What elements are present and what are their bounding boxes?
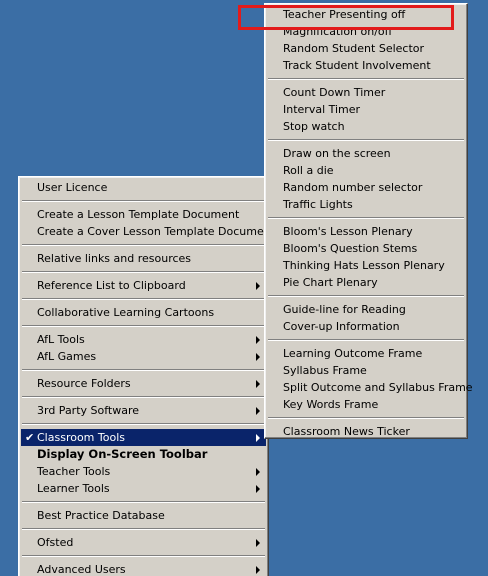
submenu-arrow-icon — [256, 407, 260, 415]
submenu-arrow-icon — [256, 336, 260, 344]
submenu-item-traffic-lights[interactable]: Traffic Lights — [267, 196, 465, 213]
menu-separator — [22, 555, 265, 557]
menu-item-best-practice-database[interactable]: Best Practice Database — [21, 507, 266, 524]
menu-item-resource-folders[interactable]: Resource Folders — [21, 375, 266, 392]
menu-item-collaborative-cartoons[interactable]: Collaborative Learning Cartoons — [21, 304, 266, 321]
submenu-item-track-student-involvement[interactable]: Track Student Involvement — [267, 57, 465, 74]
submenu-item-syllabus-frame[interactable]: Syllabus Frame — [267, 362, 465, 379]
submenu-item-learning-outcome-frame[interactable]: Learning Outcome Frame — [267, 345, 465, 362]
submenu-arrow-icon — [256, 485, 260, 493]
submenu-arrow-icon — [256, 539, 260, 547]
submenu-arrow-icon — [256, 566, 260, 574]
menu-item-classroom-tools[interactable]: ✔ Classroom Tools — [21, 429, 266, 446]
submenu-arrow-icon — [256, 353, 260, 361]
submenu-item-guide-line-reading[interactable]: Guide-line for Reading — [267, 301, 465, 318]
submenu-item-draw-on-screen[interactable]: Draw on the screen — [267, 145, 465, 162]
menu-item-create-cover-lesson-template[interactable]: Create a Cover Lesson Template Document — [21, 223, 275, 240]
submenu-item-classroom-news-ticker[interactable]: Classroom News Ticker — [267, 423, 465, 440]
menu-item-user-licence[interactable]: User Licence — [21, 179, 266, 196]
submenu-arrow-icon — [256, 468, 260, 476]
menu-item-advanced-users[interactable]: Advanced Users — [21, 561, 266, 576]
submenu-item-random-number-selector[interactable]: Random number selector — [267, 179, 465, 196]
menu-item-third-party-software[interactable]: 3rd Party Software — [21, 402, 266, 419]
menu-item-relative-links[interactable]: Relative links and resources — [21, 250, 266, 267]
menu-item-learner-tools[interactable]: Learner Tools — [21, 480, 266, 497]
submenu-item-thinking-hats[interactable]: Thinking Hats Lesson Plenary — [267, 257, 465, 274]
menu-separator — [22, 325, 265, 327]
checkmark-icon: ✔ — [25, 431, 35, 444]
menu-item-teacher-tools[interactable]: Teacher Tools — [21, 463, 266, 480]
menu-separator — [22, 271, 265, 273]
menu-separator — [22, 423, 265, 425]
menu-item-display-toolbar[interactable]: Display On-Screen Toolbar — [21, 446, 266, 463]
submenu-item-key-words-frame[interactable]: Key Words Frame — [267, 396, 465, 413]
classroom-tools-submenu: Teacher Presenting off Magnification on/… — [264, 3, 473, 440]
submenu-item-magnification[interactable]: Magnification on/off — [267, 23, 465, 40]
menu-separator — [268, 139, 464, 141]
submenu-item-random-student-selector[interactable]: Random Student Selector — [267, 40, 465, 57]
menu-separator — [22, 298, 265, 300]
menu-item-afl-tools[interactable]: AfL Tools — [21, 331, 266, 348]
main-context-menu: User Licence Create a Lesson Template Do… — [18, 176, 275, 576]
menu-item-afl-games[interactable]: AfL Games — [21, 348, 266, 365]
menu-separator — [22, 369, 265, 371]
submenu-arrow-icon — [256, 380, 260, 388]
menu-separator — [268, 417, 464, 419]
submenu-arrow-icon — [256, 434, 260, 442]
menu-separator — [22, 200, 265, 202]
submenu-item-count-down-timer[interactable]: Count Down Timer — [267, 84, 465, 101]
menu-separator — [22, 396, 265, 398]
menu-item-reference-list[interactable]: Reference List to Clipboard — [21, 277, 266, 294]
menu-separator — [268, 295, 464, 297]
menu-separator — [22, 501, 265, 503]
submenu-item-blooms-lesson-plenary[interactable]: Bloom's Lesson Plenary — [267, 223, 465, 240]
submenu-item-blooms-question-stems[interactable]: Bloom's Question Stems — [267, 240, 465, 257]
menu-separator — [22, 528, 265, 530]
submenu-item-split-outcome-syllabus[interactable]: Split Outcome and Syllabus Frame — [267, 379, 473, 396]
menu-separator — [268, 339, 464, 341]
submenu-item-roll-a-die[interactable]: Roll a die — [267, 162, 465, 179]
menu-separator — [268, 78, 464, 80]
submenu-item-cover-up-information[interactable]: Cover-up Information — [267, 318, 465, 335]
submenu-item-interval-timer[interactable]: Interval Timer — [267, 101, 465, 118]
submenu-item-teacher-presenting[interactable]: Teacher Presenting off — [267, 6, 465, 23]
menu-separator — [268, 217, 464, 219]
menu-item-create-lesson-template[interactable]: Create a Lesson Template Document — [21, 206, 266, 223]
menu-separator — [22, 244, 265, 246]
submenu-arrow-icon — [256, 282, 260, 290]
submenu-item-stop-watch[interactable]: Stop watch — [267, 118, 465, 135]
submenu-item-pie-chart-plenary[interactable]: Pie Chart Plenary — [267, 274, 465, 291]
menu-item-ofsted[interactable]: Ofsted — [21, 534, 266, 551]
